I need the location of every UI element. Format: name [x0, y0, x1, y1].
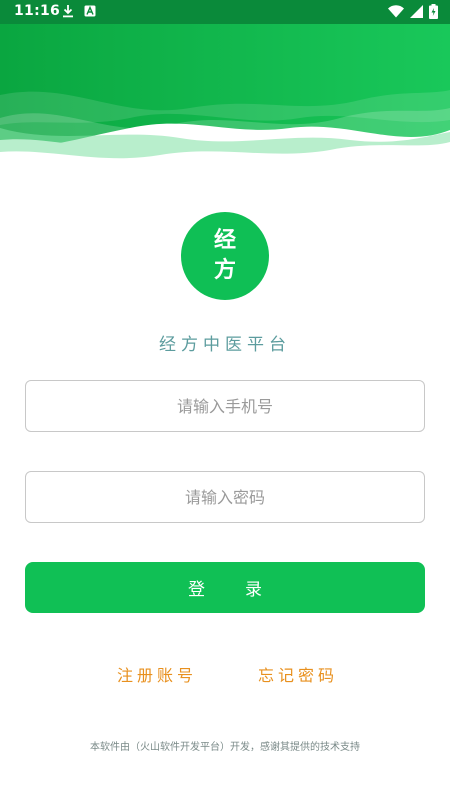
status-time: 11:16 [14, 3, 61, 19]
app-name: 经方中医平台 [159, 335, 291, 355]
app-logo: 经 方 [181, 212, 269, 300]
download-icon [63, 5, 73, 18]
logo-char-1: 经 [213, 228, 236, 253]
signal-icon [410, 5, 423, 18]
status-right-icons [388, 4, 438, 19]
login-button-label: 登录 [188, 580, 302, 600]
header-wave-background [0, 0, 450, 170]
password-input[interactable] [26, 472, 424, 522]
a-notification-icon [84, 5, 96, 17]
footer-credit: 本软件由（火山软件开发平台）开发，感谢其提供的技术支持 [90, 742, 360, 753]
logo-char-2: 方 [213, 258, 236, 283]
wifi-icon [388, 5, 404, 18]
battery-charging-icon [429, 4, 438, 19]
status-bar: 11:16 [0, 0, 450, 24]
forgot-password-link[interactable]: 忘记密码 [258, 662, 338, 686]
status-left-icons [62, 4, 96, 18]
login-button[interactable]: 登录 [25, 562, 425, 613]
login-screen: 11:16 经 方 经方中医平台 请输入手机号 登录 注册账号 忘记密码 本软件… [0, 0, 450, 800]
register-link[interactable]: 注册账号 [117, 662, 197, 686]
phone-input[interactable] [26, 381, 424, 431]
password-field[interactable] [25, 471, 425, 523]
phone-field[interactable] [25, 380, 425, 432]
